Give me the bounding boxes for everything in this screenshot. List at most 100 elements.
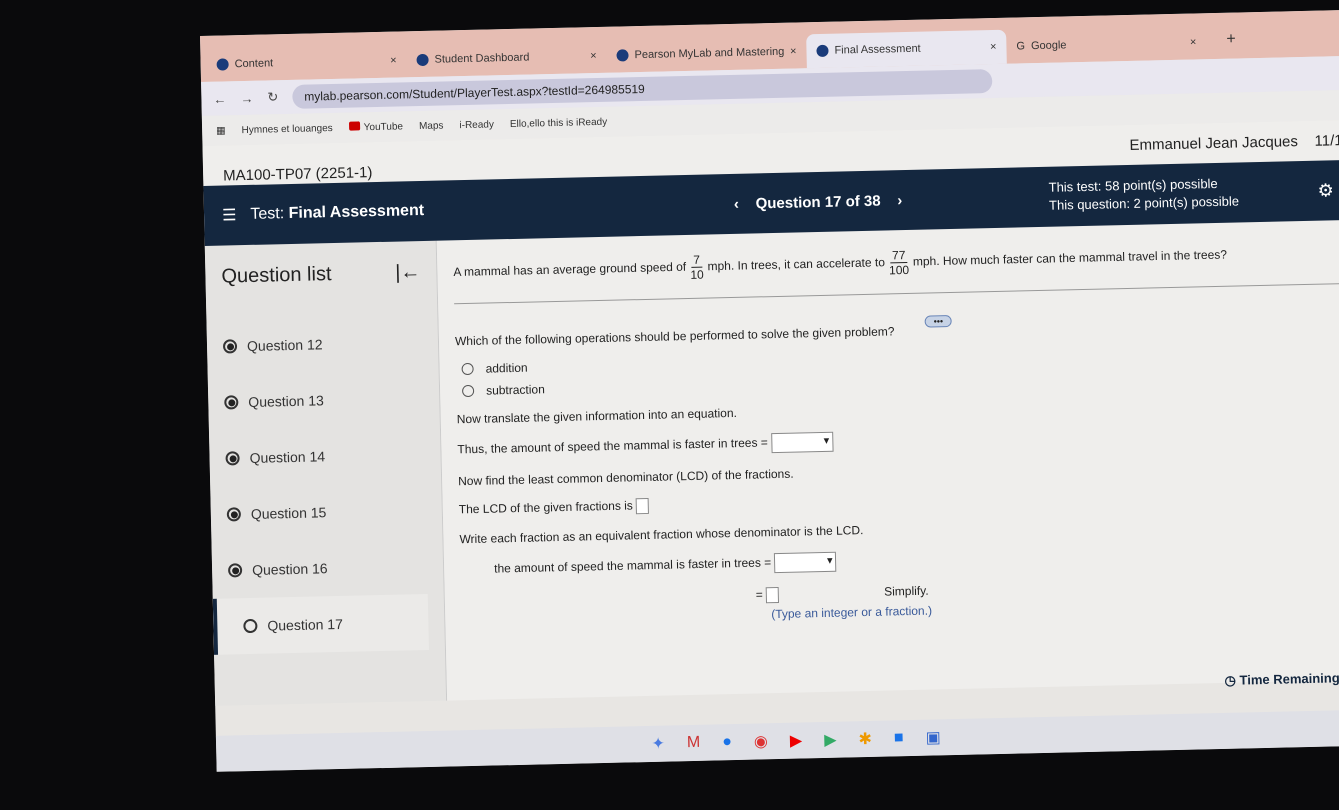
bookmark[interactable]: Ello,ello this is iReady [510,116,607,129]
question-item-current[interactable]: Question 17 [212,593,429,655]
menu-icon[interactable]: ☰ [222,205,237,225]
close-icon[interactable]: × [790,45,797,57]
question-item[interactable]: Question 16 [227,538,427,599]
answered-icon [227,563,243,578]
text: mph. How much faster can the mammal trav… [912,247,1228,269]
question-label: Question 15 [250,504,327,522]
collapse-icon[interactable]: |← [395,261,421,285]
text: mph. In trees, it can accelerate to [707,255,886,274]
close-icon[interactable]: × [390,55,397,67]
taskbar: ✦ M ● ◉ ▶ ▶ ✱ ■ ▣ [215,709,1339,772]
tab-label: Student Dashboard [434,51,530,66]
next-question-button[interactable]: › [897,192,902,209]
prompt: Which of the following operations should… [454,324,895,349]
question-points: This question: 2 point(s) possible [1048,193,1240,213]
question-item[interactable]: Question 12 [222,314,422,375]
fraction: 77 100 [889,248,909,277]
tab-label: Google [1030,39,1067,53]
close-icon[interactable]: × [1190,36,1197,48]
question-item[interactable]: Question 13 [224,370,424,431]
instruction: Now find the least common denominator (L… [458,466,794,489]
bookmark[interactable]: i-Ready [459,119,494,131]
user-name: Emmanuel Jean Jacques [1129,132,1299,154]
fraction: 7 10 [690,252,704,282]
back-icon[interactable]: ← [213,91,226,106]
tab-label: Content [234,57,274,71]
tab-student-dashboard[interactable]: Student Dashboard × [406,39,607,78]
question-label: Question 13 [248,392,324,410]
label: Thus, the amount of speed the mammal is … [457,435,769,457]
pearson-icon [816,44,829,58]
photos-icon[interactable]: ✱ [858,729,872,749]
numerator: 77 [889,248,908,264]
new-tab-button[interactable]: + [1206,31,1236,60]
user-info: Emmanuel Jean Jacques 11/1 [1129,132,1339,154]
files-icon[interactable]: ■ [894,729,904,747]
label: the amount of speed the mammal is faster… [494,555,772,576]
bookmark[interactable]: Hymnes et louanges [241,123,332,136]
close-icon[interactable]: × [990,41,997,53]
youtube-icon[interactable]: ▶ [790,731,803,751]
question-label: Question 17 [267,615,344,634]
radio-icon[interactable] [461,362,474,376]
time-label: Time Remaining: 0 [1239,670,1339,688]
forward-icon[interactable]: → [240,90,253,105]
option-label: subtraction [485,382,545,398]
denominator: 10 [690,267,704,282]
equals: = [755,587,763,602]
bookmark[interactable]: Maps [419,120,444,132]
instruction: Write each fraction as an equivalent fra… [459,523,864,547]
play-store-icon[interactable]: ▶ [824,730,837,750]
question-nav: ‹ Question 17 of 38 › [734,192,903,213]
gmail-icon[interactable]: M [687,734,701,752]
answer-input[interactable] [766,587,780,604]
chrome-icon[interactable]: ◉ [754,731,768,751]
label: The LCD of the given fractions is [458,498,634,517]
more-button[interactable]: ••• [924,315,953,328]
unanswered-icon [243,618,258,634]
answered-icon [226,507,242,522]
lcd-input[interactable] [636,497,650,515]
pearson-icon [416,53,429,67]
equivalent-dropdown[interactable] [774,551,837,574]
tab-pearson-mylab[interactable]: Pearson MyLab and Mastering × [606,34,807,73]
tab-favicon-icon [216,58,229,71]
radio-icon[interactable] [461,384,475,398]
gear-icon[interactable]: ⚙ [1317,180,1334,201]
answered-icon [224,395,239,410]
instruction: Now translate the given information into… [456,405,738,427]
numerator: 7 [691,252,703,268]
tab-final-assessment[interactable]: Final Assessment × [806,29,1007,69]
google-icon: G [1016,40,1026,53]
date: 11/1 [1314,131,1339,150]
problem-statement: A mammal has an average ground speed of 7… [453,238,1339,287]
question-label: Question 14 [249,448,326,466]
youtube-icon [348,121,360,131]
tab-label: Final Assessment [834,42,921,57]
test-name: Final Assessment [288,201,425,223]
tab-google[interactable]: G Google × [1006,25,1207,64]
simplify-label: Simplify. [883,583,929,599]
question-item[interactable]: Question 15 [226,482,426,543]
app-icon[interactable]: ▣ [925,727,941,747]
gemini-icon[interactable]: ✦ [651,734,665,754]
tab-content[interactable]: Content × [206,43,407,82]
option-label: addition [485,360,528,376]
course-name: MA100-TP07 (2251-1) [222,163,373,185]
chat-icon[interactable]: ● [722,733,732,751]
apps-icon[interactable]: ▦ [216,125,226,136]
question-label: Question 12 [246,336,323,355]
question-item[interactable]: Question 14 [225,426,425,487]
question-list-title: Question list [221,263,332,288]
points-info: This test: 58 point(s) possible This ques… [1048,174,1239,214]
close-icon[interactable]: × [590,50,597,62]
tab-label: Pearson MyLab and Mastering [634,45,785,62]
bookmark-label: YouTube [363,121,404,134]
reload-icon[interactable]: ↻ [267,89,278,105]
equation-dropdown[interactable] [770,431,834,454]
prev-question-button[interactable]: ‹ [734,195,739,212]
time-remaining: ◷ Time Remaining: 0 [1224,670,1339,689]
bookmark[interactable]: YouTube [348,120,404,134]
clock-icon: ◷ [1224,672,1237,688]
screen: Content × Student Dashboard × Pearson MyLa… [200,9,1339,772]
